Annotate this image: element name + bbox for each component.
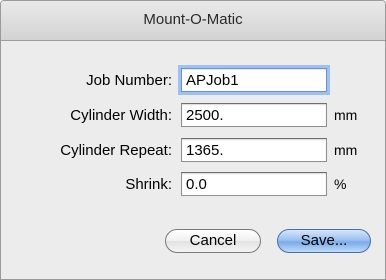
job-number-label: Job Number: — [86, 72, 172, 89]
cylinder-repeat-field[interactable] — [181, 138, 327, 162]
shrink-row: Shrink: % — [1, 172, 385, 196]
cylinder-width-row: Cylinder Width: mm — [1, 103, 385, 127]
title-bar[interactable]: Mount-O-Matic — [1, 1, 385, 41]
cylinder-width-unit: mm — [334, 107, 358, 123]
cylinder-repeat-label: Cylinder Repeat: — [60, 142, 172, 159]
cancel-button[interactable]: Cancel — [165, 229, 261, 253]
dialog-window: Mount-O-Matic Job Number: Cylinder Width… — [0, 0, 386, 280]
job-number-field[interactable] — [181, 68, 327, 92]
window-title: Mount-O-Matic — [143, 11, 243, 28]
cylinder-repeat-unit: mm — [334, 142, 358, 158]
cylinder-width-field[interactable] — [181, 103, 327, 127]
shrink-field[interactable] — [181, 172, 327, 196]
shrink-unit: % — [334, 176, 347, 192]
shrink-label: Shrink: — [125, 176, 172, 193]
save-button[interactable]: Save... — [277, 229, 371, 253]
cylinder-repeat-row: Cylinder Repeat: mm — [1, 138, 385, 162]
job-number-row: Job Number: — [1, 68, 385, 92]
cylinder-width-label: Cylinder Width: — [70, 107, 172, 124]
